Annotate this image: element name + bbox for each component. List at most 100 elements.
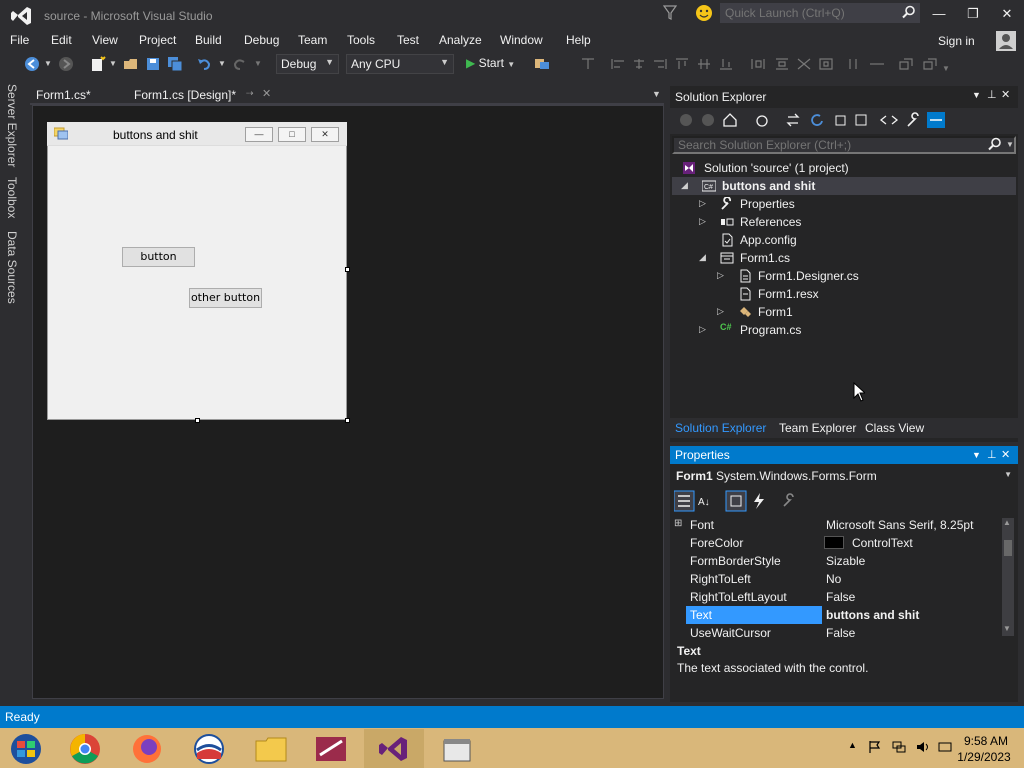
tree-item-program-cs[interactable]: ▷ C# Program.cs: [672, 321, 1016, 339]
property-row-forecolor[interactable]: ForeColor ControlText: [672, 534, 1002, 552]
tree-item-form1-designer-cs[interactable]: ▷ Form1.Designer.cs: [672, 267, 1016, 285]
account-avatar-icon[interactable]: [996, 31, 1016, 51]
navigate-back-icon[interactable]: [24, 56, 40, 72]
chrome-icon[interactable]: [56, 731, 114, 767]
new-project-icon[interactable]: [90, 56, 106, 72]
chevron-down-icon[interactable]: ▼: [44, 59, 52, 68]
navigate-forward-icon[interactable]: [58, 56, 74, 72]
media-app-icon[interactable]: [302, 731, 360, 767]
pin-icon[interactable]: ⇢: [246, 88, 254, 99]
start-debugging-button[interactable]: ▶ Start ▼: [466, 56, 515, 70]
tree-item-form1-resx[interactable]: Form1.resx: [672, 285, 1016, 303]
clock-date[interactable]: 1/29/2023: [950, 750, 1018, 764]
menu-project[interactable]: Project: [139, 33, 176, 47]
scroll-up-icon[interactable]: ▲: [1003, 518, 1011, 527]
menu-view[interactable]: View: [92, 33, 118, 47]
properties-scrollbar[interactable]: [1002, 518, 1014, 636]
restore-button[interactable]: ❐: [962, 4, 984, 24]
search-icon[interactable]: [988, 137, 1002, 151]
tree-item-form1-cs[interactable]: ◢ Form1.cs: [672, 249, 1016, 267]
property-row-usewaitcursor[interactable]: UseWaitCursor False: [672, 624, 1002, 642]
tab-solution-explorer[interactable]: Solution Explorer: [675, 421, 766, 435]
close-tab-icon[interactable]: ✕: [262, 87, 271, 100]
property-row-righttoleftlayout[interactable]: RightToLeftLayout False: [672, 588, 1002, 606]
expanded-arrow-icon[interactable]: ◢: [681, 180, 688, 191]
chevron-down-icon[interactable]: ▼: [109, 59, 117, 68]
collapsed-arrow-icon[interactable]: ▷: [699, 324, 706, 335]
resize-grip-corner[interactable]: [345, 418, 350, 423]
chevron-down-icon[interactable]: ▼: [652, 89, 662, 99]
close-button[interactable]: ✕: [996, 4, 1018, 24]
pin-icon[interactable]: ⊥: [987, 448, 997, 461]
resize-grip-right[interactable]: [345, 267, 350, 272]
minimize-button[interactable]: —: [928, 4, 950, 24]
property-row-righttoleft[interactable]: RightToLeft No: [672, 570, 1002, 588]
expanded-arrow-icon[interactable]: ◢: [699, 252, 706, 263]
visual-studio-taskbar-icon[interactable]: [365, 731, 423, 767]
action-center-flag-icon[interactable]: [868, 740, 882, 754]
expand-plus-icon[interactable]: ⊞: [674, 518, 682, 529]
collapsed-arrow-icon[interactable]: ▷: [717, 270, 724, 281]
collapsed-arrow-icon[interactable]: ▷: [717, 306, 724, 317]
feedback-filter-icon[interactable]: [663, 5, 677, 21]
menu-edit[interactable]: Edit: [51, 33, 72, 47]
solution-platform-select[interactable]: Any CPU ▼: [346, 54, 454, 74]
smiley-feedback-icon[interactable]: [695, 4, 713, 22]
close-panel-icon[interactable]: ✕: [1001, 88, 1010, 101]
tree-item-properties[interactable]: ▷ Properties: [672, 195, 1016, 213]
chevron-down-icon[interactable]: ▼: [972, 90, 981, 100]
menu-test[interactable]: Test: [397, 33, 419, 47]
show-hidden-icons[interactable]: ▲: [848, 740, 862, 754]
designed-form[interactable]: [47, 122, 347, 420]
tab-toolbox[interactable]: Toolbox: [5, 177, 19, 218]
search-icon[interactable]: [902, 5, 916, 19]
solution-configuration-select[interactable]: Debug ▼: [276, 54, 339, 74]
firefox-icon[interactable]: [118, 731, 176, 767]
tab-server-explorer[interactable]: Server Explorer: [5, 84, 19, 167]
chevron-down-icon[interactable]: ▼: [972, 450, 981, 460]
tree-item-form1-class[interactable]: ▷ Form1: [672, 303, 1016, 321]
tab-team-explorer[interactable]: Team Explorer: [779, 421, 856, 435]
menu-window[interactable]: Window: [500, 33, 543, 47]
tree-item-app-config[interactable]: App.config: [672, 231, 1016, 249]
save-all-icon[interactable]: [167, 56, 183, 72]
properties-object-selector[interactable]: Form1 System.Windows.Forms.Form ▼: [672, 466, 1016, 486]
chevron-down-icon[interactable]: ▼: [254, 59, 262, 68]
open-file-icon[interactable]: [123, 56, 139, 72]
obama-logo-icon[interactable]: [180, 731, 238, 767]
resize-grip-bottom[interactable]: [195, 418, 200, 423]
chevron-down-icon[interactable]: ▼: [218, 59, 226, 68]
doc-tab-form1-code[interactable]: Form1.cs*: [30, 86, 126, 104]
scroll-down-icon[interactable]: ▼: [1003, 624, 1011, 633]
volume-icon[interactable]: [916, 740, 930, 754]
designed-button[interactable]: button: [122, 247, 195, 267]
store-icon[interactable]: [428, 731, 486, 767]
solution-search-input[interactable]: [672, 136, 1016, 154]
tree-item-references[interactable]: ▷ References: [672, 213, 1016, 231]
tree-item-project[interactable]: ◢ C# buttons and shit: [672, 177, 1016, 195]
undo-icon[interactable]: [196, 56, 212, 72]
start-button-icon[interactable]: [0, 731, 58, 767]
designed-other-button[interactable]: other button: [189, 288, 262, 308]
menu-analyze[interactable]: Analyze: [439, 33, 482, 47]
pin-icon[interactable]: ⊥: [987, 88, 997, 101]
doc-tab-form1-designer[interactable]: Form1.cs [Design]* ⇢ ✕: [128, 86, 278, 104]
property-row-text[interactable]: Text buttons and shit: [672, 606, 1002, 624]
menu-team[interactable]: Team: [298, 33, 327, 47]
sign-in-link[interactable]: Sign in: [938, 34, 975, 48]
chevron-down-icon[interactable]: ▼: [1006, 140, 1014, 149]
collapsed-arrow-icon[interactable]: ▷: [699, 198, 706, 209]
tab-class-view[interactable]: Class View: [865, 421, 924, 435]
quick-launch-input[interactable]: [720, 3, 920, 23]
tab-data-sources[interactable]: Data Sources: [5, 231, 19, 304]
collapsed-arrow-icon[interactable]: ▷: [699, 216, 706, 227]
menu-tools[interactable]: Tools: [347, 33, 375, 47]
file-explorer-icon[interactable]: [242, 731, 300, 767]
close-panel-icon[interactable]: ✕: [1001, 448, 1010, 461]
save-icon[interactable]: [145, 56, 161, 72]
menu-help[interactable]: Help: [566, 33, 591, 47]
clock-time[interactable]: 9:58 AM: [956, 734, 1016, 748]
menu-debug[interactable]: Debug: [244, 33, 279, 47]
browser-link-icon[interactable]: [534, 56, 550, 72]
menu-build[interactable]: Build: [195, 33, 222, 47]
